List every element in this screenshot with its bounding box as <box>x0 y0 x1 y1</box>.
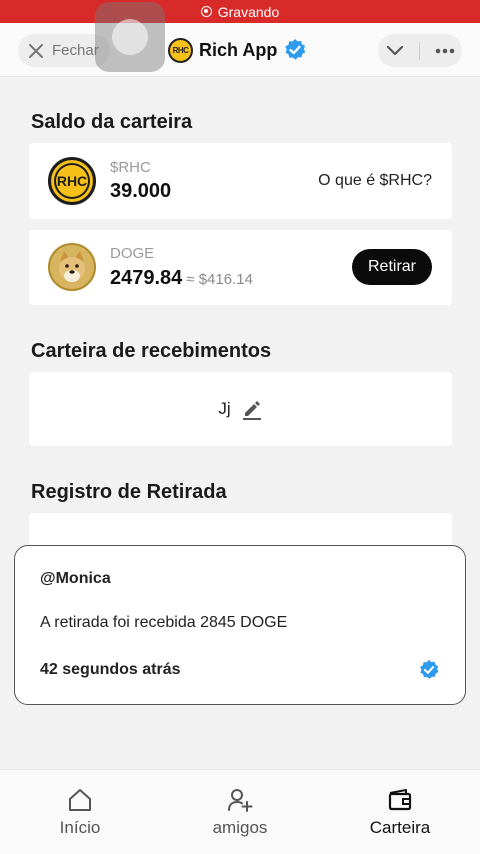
record-icon <box>200 6 212 17</box>
more-options-icon[interactable] <box>435 48 455 54</box>
app-title: Rich App <box>199 39 278 60</box>
edit-icon[interactable] <box>241 398 263 420</box>
app-title-group: RHC Rich App <box>168 36 307 64</box>
notification-message: A retirada foi recebida 2845 DOGE <box>40 614 288 631</box>
what-is-rhc-link[interactable]: O que é $RHC? <box>318 172 432 190</box>
header-actions <box>378 34 462 67</box>
nav-item-friends[interactable]: amigos <box>160 770 320 854</box>
nav-label-home: Início <box>59 818 101 837</box>
doge-coin-name: DOGE <box>110 245 155 262</box>
doge-amount-row: 2479.84 ≈ $416.14 <box>110 267 253 290</box>
withdrawal-notification[interactable]: @Monica A retirada foi recebida 2845 DOG… <box>14 545 466 705</box>
rhc-logo-icon: RHC <box>168 37 193 63</box>
nav-label-friends: amigos <box>212 818 268 837</box>
mini-app-header: Fechar RHC Rich App <box>0 23 480 77</box>
wallet-icon <box>388 789 412 811</box>
doge-face-icon <box>50 245 94 289</box>
add-friend-icon <box>228 789 253 812</box>
doge-balance-card: DOGE 2479.84 ≈ $416.14 Retirar <box>29 230 452 305</box>
pill-divider <box>419 41 421 60</box>
wallet-balance-title: Saldo da carteira <box>31 111 193 133</box>
nav-label-wallet: Carteira <box>369 818 431 837</box>
close-label: Fechar <box>52 42 99 59</box>
doge-amount: 2479.84 <box>110 267 183 289</box>
touch-indicator <box>95 2 165 72</box>
withdraw-log-title: Registro de Retirada <box>31 481 227 503</box>
recording-status-bar[interactable]: Gravando <box>0 0 480 23</box>
notification-time: 42 segundos atrás <box>40 661 181 678</box>
verified-check-icon <box>420 659 439 679</box>
close-icon <box>29 43 43 58</box>
doge-coin-icon <box>48 243 96 291</box>
recording-label: Gravando <box>217 3 280 20</box>
receiving-wallet-value: Jj <box>218 399 231 418</box>
doge-usd-approx: ≈ $416.14 <box>186 271 253 288</box>
receiving-wallet-row: Jj <box>29 372 452 446</box>
nav-item-wallet[interactable]: Carteira <box>320 770 480 854</box>
receiving-wallet-title: Carteira de recebimentos <box>31 340 272 362</box>
bottom-nav: Início amigos Carteira <box>0 769 480 854</box>
notification-user: @Monica <box>40 570 111 587</box>
rhc-amount: 39.000 <box>110 180 172 202</box>
withdraw-button[interactable]: Retirar <box>352 249 432 285</box>
verified-badge-icon <box>285 39 306 60</box>
home-icon <box>69 789 91 811</box>
app-root: Gravando Fechar RHC Rich App Saldo da ca… <box>0 0 480 854</box>
rhc-coin-icon: RHC <box>48 157 96 205</box>
rhc-balance-card: RHC $RHC 39.000 O que é $RHC? <box>29 143 452 219</box>
rhc-coin-name: $RHC <box>110 159 151 176</box>
receiving-wallet-card[interactable]: Jj <box>29 372 452 446</box>
nav-item-home[interactable]: Início <box>0 770 160 854</box>
chevron-down-icon[interactable] <box>385 44 405 58</box>
